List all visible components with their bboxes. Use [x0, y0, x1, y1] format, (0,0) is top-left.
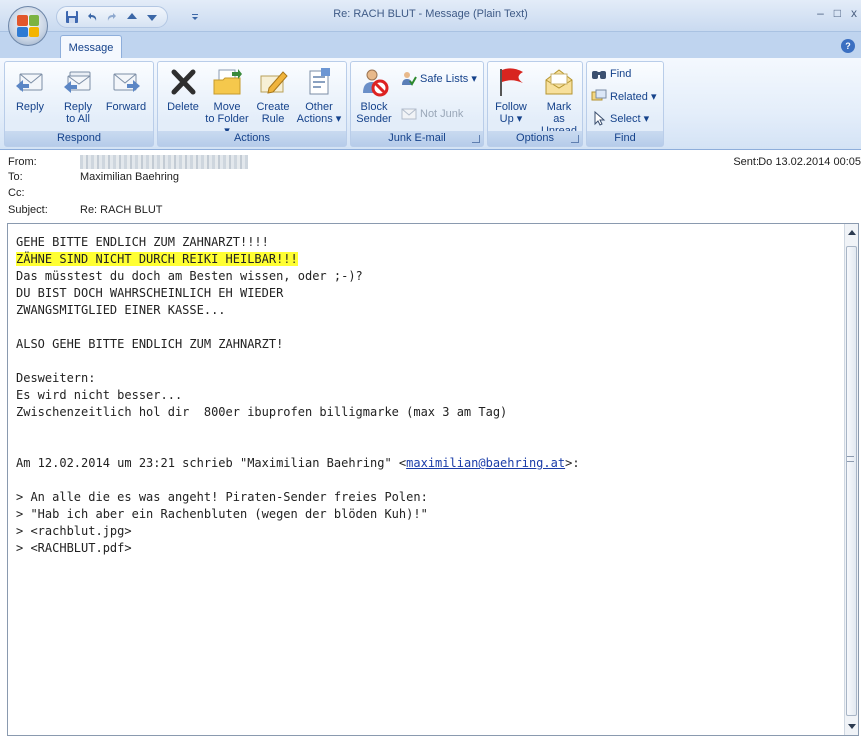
safe-lists-button[interactable]: Safe Lists ▾ — [401, 70, 477, 86]
block-sender-icon — [363, 69, 389, 97]
message-line: ALSO GEHE BITTE ENDLICH ZUM ZAHNARZT! — [16, 337, 284, 351]
highlighted-line: ZÄHNE SIND NICHT DURCH REIKI HEILBAR!!! — [16, 252, 298, 266]
create-rule-icon — [260, 71, 288, 94]
sent-label: Sent: — [733, 156, 759, 168]
email-link[interactable]: maximilian@baehring.at — [406, 456, 565, 470]
scroll-thumb[interactable] — [846, 246, 857, 716]
ribbon: Reply Reply to All Forward Respond Delete… — [0, 58, 861, 150]
window-controls: – □ x — [817, 6, 857, 20]
junk-email-dialog-launcher-icon[interactable] — [472, 135, 480, 143]
related-button[interactable]: Related ▾ — [591, 88, 657, 104]
maximize-button[interactable]: □ — [834, 6, 841, 20]
create-rule-button[interactable]: Create Rule — [250, 66, 296, 125]
move-to-folder-button[interactable]: Moveto Folder ▾ — [204, 66, 250, 137]
safe-lists-icon — [402, 72, 417, 86]
quote-intro: Am 12.02.2014 um 23:21 schrieb "Maximili… — [16, 456, 580, 470]
tab-message[interactable]: Message — [60, 35, 122, 60]
message-line: Es wird nicht besser... — [16, 388, 183, 402]
related-icon — [591, 89, 607, 101]
forward-button[interactable]: Forward — [103, 66, 149, 113]
close-button[interactable]: x — [851, 6, 857, 20]
title-bar: Re: RACH BLUT - Message (Plain Text) – □… — [0, 0, 861, 32]
group-label-find: Find — [587, 131, 663, 146]
follow-up-button[interactable]: Follow Up ▾ — [488, 66, 534, 125]
from-value[interactable] — [80, 155, 248, 169]
block-sender-button[interactable]: Block Sender — [351, 66, 397, 125]
quoted-line: > <RACHBLUT.pdf> — [16, 541, 132, 555]
select-icon — [594, 110, 606, 126]
sent-value: Do 13.02.2014 00:05 — [758, 156, 861, 168]
reply-all-button[interactable]: Reply to All — [55, 66, 101, 125]
reply-icon — [16, 73, 43, 92]
minimize-button[interactable]: – — [817, 6, 824, 20]
find-icon — [592, 71, 606, 79]
mark-unread-icon — [545, 69, 573, 95]
group-label-actions: Actions — [158, 131, 346, 146]
from-label: From: — [8, 156, 37, 168]
reply-all-icon — [64, 71, 91, 93]
delete-icon — [171, 69, 196, 95]
message-header: From: To: Maximilian Baehring Cc: Subjec… — [0, 151, 861, 223]
quoted-line: > "Hab ich aber ein Rachenbluten (wegen … — [16, 507, 428, 521]
group-label-respond: Respond — [5, 131, 153, 146]
message-line: Zwischenzeitlich hol dir 800er ibuprofen… — [16, 405, 508, 419]
quoted-line: > <rachblut.jpg> — [16, 524, 132, 538]
ribbon-group-junk-email: Block Sender Safe Lists ▾ Not Junk Junk E… — [350, 61, 484, 147]
ribbon-group-options: FollowUp ▾ Markas Unread Options — [487, 61, 583, 147]
subject-value: Re: RACH BLUT — [80, 204, 163, 216]
redacted-sender — [80, 155, 248, 169]
help-icon[interactable]: ? — [841, 39, 855, 53]
message-text: GEHE BITTE ENDLICH ZUM ZAHNARZT!!!! ZÄHN… — [16, 234, 836, 557]
delete-button[interactable]: Delete — [160, 66, 206, 113]
group-label-junk-email: Junk E-mail — [351, 131, 483, 146]
message-body[interactable]: GEHE BITTE ENDLICH ZUM ZAHNARZT!!!! ZÄHN… — [7, 223, 859, 736]
message-line: ZWANGSMITGLIED EINER KASSE... — [16, 303, 226, 317]
scroll-up-icon[interactable] — [848, 230, 856, 235]
scroll-grip-icon — [847, 456, 854, 462]
message-line: Das müsstest du doch am Besten wissen, o… — [16, 269, 363, 283]
message-line: DU BIST DOCH WAHRSCHEINLICH EH WIEDER — [16, 286, 284, 300]
office-logo-icon — [17, 15, 39, 37]
find-button[interactable]: Find — [591, 66, 631, 82]
other-actions-button[interactable]: Other Actions ▾ — [296, 66, 342, 125]
scroll-down-icon[interactable] — [848, 724, 856, 729]
ribbon-group-respond: Reply Reply to All Forward Respond — [4, 61, 154, 147]
mark-as-unread-button[interactable]: Markas Unread — [536, 66, 582, 137]
reply-button[interactable]: Reply — [7, 66, 53, 113]
to-label: To: — [8, 171, 23, 183]
cc-label: Cc: — [8, 187, 25, 199]
vertical-scrollbar[interactable] — [844, 224, 858, 735]
move-to-folder-icon — [213, 69, 242, 95]
message-line: Desweitern: — [16, 371, 96, 385]
not-junk-button: Not Junk — [401, 106, 463, 122]
forward-icon — [113, 73, 140, 92]
flag-icon — [500, 68, 523, 96]
to-value[interactable]: Maximilian Baehring — [80, 171, 179, 183]
ribbon-tab-row: Message ? — [0, 32, 861, 60]
quoted-line: > An alle die es was angeht! Piraten-Sen… — [16, 490, 428, 504]
office-button[interactable] — [8, 6, 48, 46]
window-title: Re: RACH BLUT - Message (Plain Text) — [333, 8, 528, 20]
group-label-options: Options — [488, 131, 582, 146]
select-button[interactable]: Select ▾ — [591, 110, 649, 126]
ribbon-group-actions: Delete Moveto Folder ▾ CreateRule OtherA… — [157, 61, 347, 147]
other-actions-icon — [309, 68, 330, 95]
subject-label: Subject: — [8, 204, 48, 216]
ribbon-group-find: Find Related ▾ Select ▾ Find — [586, 61, 664, 147]
options-dialog-launcher-icon[interactable] — [571, 135, 579, 143]
message-line: GEHE BITTE ENDLICH ZUM ZAHNARZT!!!! — [16, 235, 269, 249]
not-junk-icon — [401, 108, 417, 120]
